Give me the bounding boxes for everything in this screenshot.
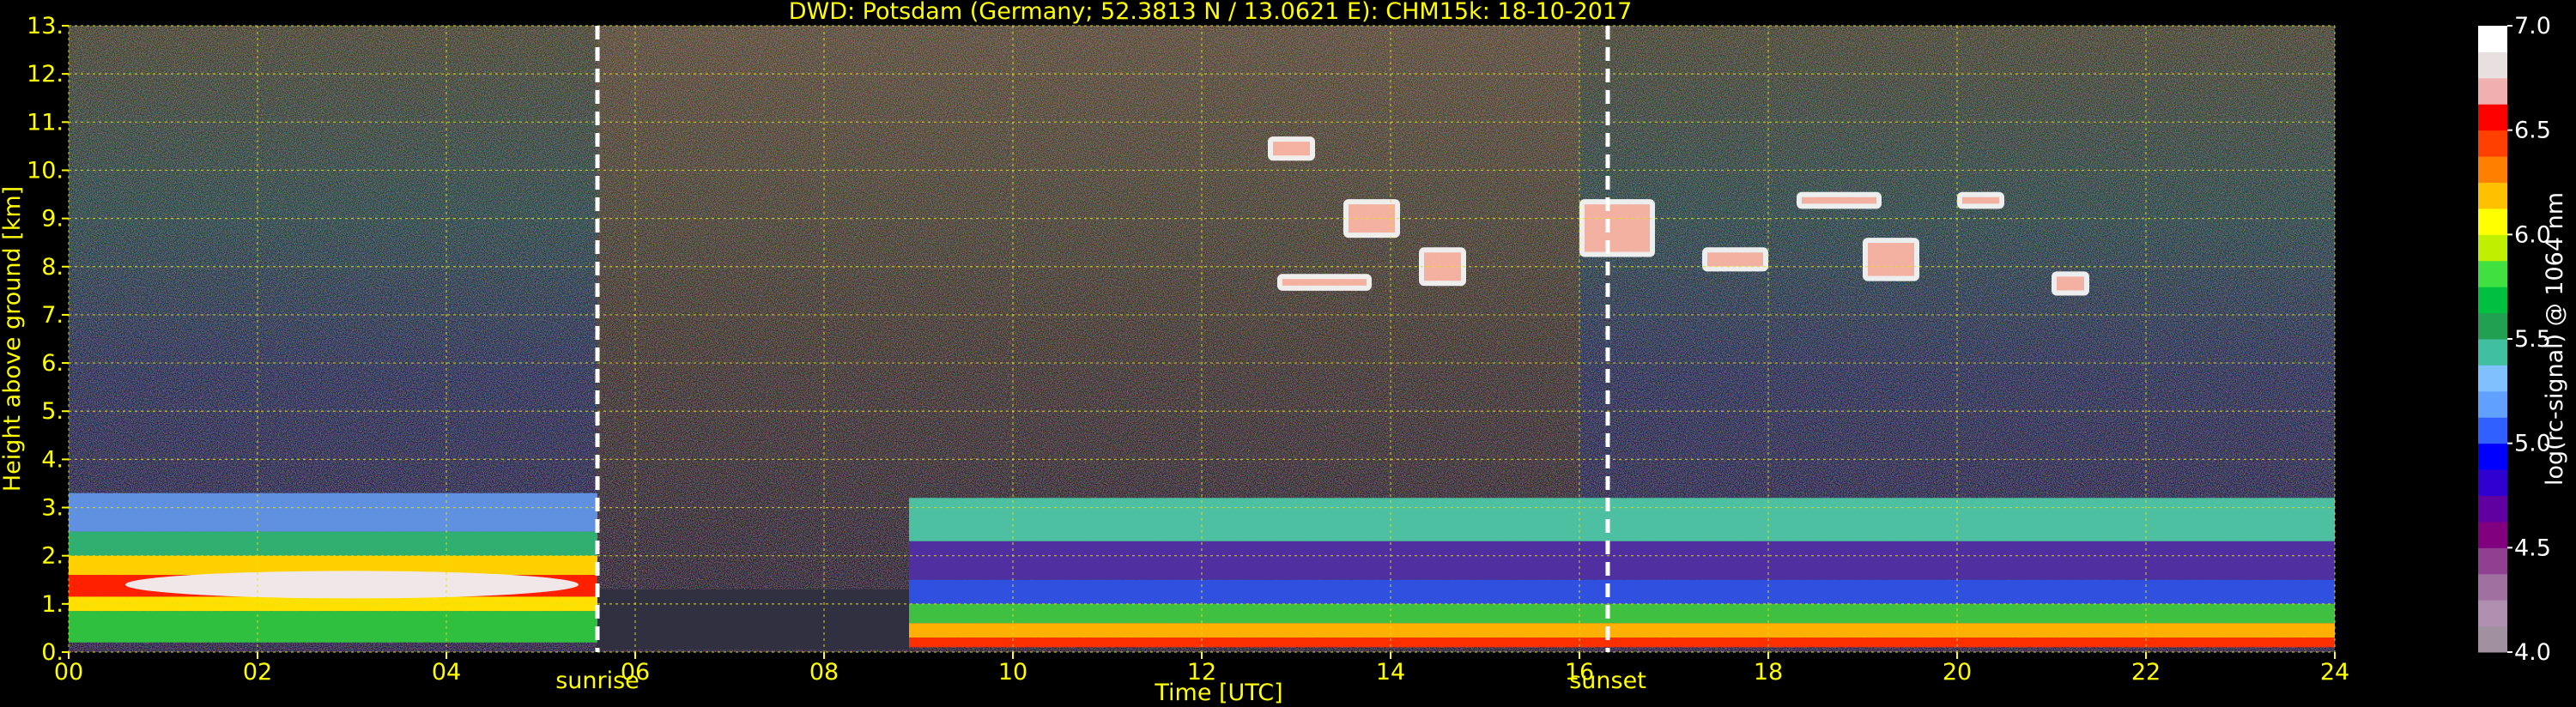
x-tick-label: 24	[2320, 659, 2349, 686]
x-tick-label: 08	[809, 659, 839, 686]
day-layer-band	[909, 541, 2335, 580]
transition-layer	[597, 589, 909, 650]
colorbar-swatch	[2478, 208, 2507, 235]
y-tick-label: 5.	[41, 398, 64, 425]
night-layer-peak	[125, 571, 579, 599]
y-tick-label: 13.	[27, 13, 64, 39]
day-layer-top	[909, 498, 2335, 541]
colorbar-swatch	[2478, 469, 2507, 496]
sunset-label: sunset	[1569, 668, 1646, 694]
ceilometer-chart: DWD: Potsdam (Germany; 52.3813 N / 13.06…	[0, 0, 2568, 706]
x-axis-label: Time [UTC]	[1154, 680, 1282, 706]
colorbar-swatch	[2478, 104, 2507, 131]
night-layer-top	[69, 492, 597, 532]
colorbar-label: log(rc-signal) @ 1064 nm	[2542, 192, 2568, 486]
cloud-core	[1707, 252, 1763, 267]
plot-area	[68, 25, 2336, 653]
y-tick-label: 3.	[41, 495, 64, 522]
colorbar-swatch	[2478, 287, 2507, 314]
cloud-core	[1585, 204, 1650, 252]
colorbar-swatch	[2478, 625, 2507, 653]
colorbar: 4.04.55.05.56.06.57.0 log(rc-signal) @ 1…	[2478, 13, 2568, 666]
colorbar-swatch	[2478, 443, 2507, 470]
colorbar-swatch	[2478, 339, 2507, 366]
x-tick-label: 04	[432, 659, 461, 686]
colorbar-swatch	[2478, 495, 2507, 523]
day-layer-band	[909, 603, 2335, 624]
colorbar-tick-label: 7.0	[2514, 13, 2551, 39]
colorbar-swatch	[2478, 547, 2507, 575]
cloud-core	[1962, 196, 1999, 204]
colorbar-swatch	[2478, 521, 2507, 548]
y-tick-label: 7.	[41, 302, 64, 329]
colorbar-swatch	[2478, 600, 2507, 627]
y-tick-label: 8.	[41, 254, 64, 281]
y-axis-label: Height above ground [km]	[0, 186, 26, 492]
colorbar-swatch	[2478, 156, 2507, 183]
y-tick-label: 1.	[41, 591, 64, 618]
cloud-core	[1273, 142, 1310, 156]
colorbar-swatch	[2478, 260, 2507, 287]
x-tick-label: 10	[998, 659, 1027, 686]
colorbar-tick-label: 4.5	[2514, 535, 2551, 561]
colorbar-swatch	[2478, 234, 2507, 262]
colorbar-swatch	[2478, 77, 2507, 105]
colorbar-swatch	[2478, 573, 2507, 601]
chart-title: DWD: Potsdam (Germany; 52.3813 N / 13.06…	[789, 0, 1633, 25]
x-tick-label: 02	[243, 659, 272, 686]
cloud-core	[2057, 276, 2084, 291]
x-tick-label: 14	[1376, 659, 1405, 686]
y-tick-label: 12.	[27, 61, 64, 88]
colorbar-swatch	[2478, 26, 2507, 52]
y-tick-label: 11.	[27, 109, 64, 136]
y-tick-label: 6.	[41, 350, 64, 377]
cloud-core	[1424, 252, 1461, 281]
y-tick-label: 9.	[41, 206, 64, 233]
colorbar-tick-label: 6.5	[2514, 118, 2551, 144]
colorbar-swatch	[2478, 417, 2507, 444]
colorbar-swatch	[2478, 130, 2507, 157]
colorbar-tick-label: 4.0	[2514, 639, 2551, 666]
sunrise-label: sunrise	[555, 668, 639, 694]
day-layer-band	[909, 623, 2335, 638]
cloud-core	[1868, 243, 1914, 276]
aerosol-layers	[69, 492, 2335, 650]
x-tick-label: 22	[2131, 659, 2161, 686]
colorbar-swatch	[2478, 365, 2507, 392]
night-layer-band	[69, 611, 597, 643]
colorbar-swatch	[2478, 312, 2507, 340]
y-tick-label: 4.	[41, 446, 64, 473]
colorbar-swatch	[2478, 390, 2507, 418]
x-tick-label: 18	[1754, 659, 1783, 686]
night-layer-band	[69, 531, 597, 556]
colorbar-swatch	[2478, 51, 2507, 79]
day-layer-band	[909, 638, 2335, 648]
y-tick-label: 10.	[27, 157, 64, 184]
y-tick-label: 2.	[41, 543, 64, 570]
y-axis-ticks: 0. 1. 2. 3. 4. 5. 6. 7. 8. 9. 10. 11. 12. 13.	[27, 13, 69, 666]
cloud-core	[1802, 196, 1876, 204]
x-tick-label: 20	[1943, 659, 1972, 686]
y-tick-label: 0.	[41, 639, 64, 666]
colorbar-swatch	[2478, 182, 2507, 209]
day-layer-band	[909, 579, 2335, 604]
cloud-core	[1282, 279, 1367, 286]
